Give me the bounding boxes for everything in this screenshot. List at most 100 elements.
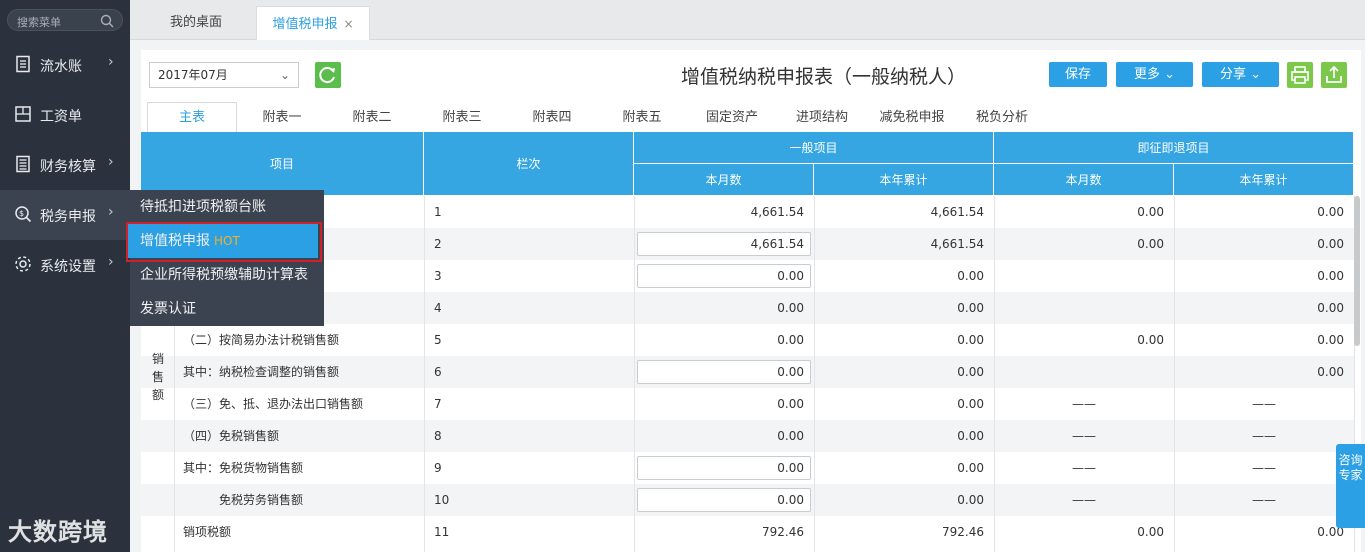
tab-schedule-3[interactable]: 附表三 xyxy=(417,104,507,132)
tab-label: 增值税申报 xyxy=(272,17,338,32)
more-label: 更多 xyxy=(1133,67,1160,82)
refresh-button[interactable] xyxy=(315,62,341,88)
search-input[interactable]: 搜索菜单 xyxy=(7,9,123,31)
print-button[interactable] xyxy=(1287,62,1313,88)
header-general: 一般项目 xyxy=(634,132,994,164)
sidebar-item-label: 税务申报 xyxy=(40,209,96,225)
export-button[interactable] xyxy=(1321,62,1347,88)
header-refund-year: 本年累计 xyxy=(1174,164,1354,196)
chevron-down-icon: ⌄ xyxy=(1164,67,1176,82)
header-refund-month: 本月数 xyxy=(994,164,1174,196)
sidebar-item-settings[interactable]: 系统设置 › xyxy=(0,240,130,290)
general-month-value: 0.00 xyxy=(777,429,804,443)
general-year-value: 4,661.54 xyxy=(930,205,984,219)
tab-fixed-assets[interactable]: 固定资产 xyxy=(687,104,777,132)
tab-schedule-1[interactable]: 附表一 xyxy=(237,104,327,132)
refund-year-value: 0.00 xyxy=(1317,365,1344,379)
row-label: （四）免税销售额 xyxy=(183,429,280,443)
row-line-number: 8 xyxy=(434,429,442,443)
more-button[interactable]: 更多 ⌄ xyxy=(1116,62,1193,87)
refund-year-value: 0.00 xyxy=(1317,269,1344,283)
general-month-value: 792.46 xyxy=(762,525,804,539)
refund-month-value: 0.00 xyxy=(1137,205,1164,219)
flyout-item-invoice-auth[interactable]: 发票认证 xyxy=(130,292,324,326)
refund-year-value: —— xyxy=(1252,397,1276,411)
tab-tax-burden[interactable]: 税负分析 xyxy=(957,104,1047,132)
sidebar-item-wage[interactable]: 工资单 xyxy=(0,90,130,140)
row-line-number: 7 xyxy=(434,397,442,411)
save-button[interactable]: 保存 xyxy=(1049,62,1107,87)
tab-tax-relief[interactable]: 减免税申报 xyxy=(867,104,957,132)
search-placeholder: 搜索菜单 xyxy=(17,16,61,29)
page-tabs-bar: 我的桌面 增值税申报 × xyxy=(130,0,1365,40)
row-label: （二）按简易办法计税销售额 xyxy=(183,333,340,347)
table-row: 其中：免税货物销售额 9 0.00 0.00 —— —— xyxy=(141,452,1354,484)
sidebar-item-label: 流水账 xyxy=(40,59,82,75)
tab-label: 我的桌面 xyxy=(169,15,222,30)
general-month-input[interactable]: 0.00 xyxy=(637,456,811,480)
header-general-year: 本年累计 xyxy=(814,164,994,196)
header-refund: 即征即退项目 xyxy=(994,132,1354,164)
table-row: 销项税额 11 792.46 792.46 0.00 0.00 xyxy=(141,516,1354,548)
sidebar-item-accounting[interactable]: 财务核算 › xyxy=(0,140,130,190)
general-month-value: 0.00 xyxy=(777,397,804,411)
general-month-input[interactable]: 0.00 xyxy=(637,488,811,512)
refund-month-value: 0.00 xyxy=(1137,237,1164,251)
refund-year-value: —— xyxy=(1252,429,1276,443)
tab-schedule-4[interactable]: 附表四 xyxy=(507,104,597,132)
general-month-input[interactable]: 0.00 xyxy=(637,360,811,384)
chevron-down-icon: ⌄ xyxy=(279,68,290,82)
row-line-number: 1 xyxy=(434,205,442,219)
sidebar-item-ledger[interactable]: 流水账 › xyxy=(0,40,130,90)
flyout-item-income-tax[interactable]: 企业所得税预缴辅助计算表 xyxy=(130,258,324,292)
tab-schedule-2[interactable]: 附表二 xyxy=(327,104,417,132)
share-label: 分享 xyxy=(1219,67,1246,82)
tax-icon: $ xyxy=(15,206,32,223)
row-label: 免税劳务销售额 xyxy=(219,493,304,507)
row-line-number: 10 xyxy=(434,493,450,507)
row-line-number: 9 xyxy=(434,461,442,475)
refund-year-value: 0.00 xyxy=(1317,205,1344,219)
general-year-value: 0.00 xyxy=(957,365,984,379)
general-month-input[interactable]: 0.00 xyxy=(637,264,811,288)
gear-icon xyxy=(15,256,31,272)
row-line-number: 2 xyxy=(434,237,442,251)
header-item: 项目 xyxy=(141,132,424,196)
general-year-value: 0.00 xyxy=(957,333,984,347)
tab-input-structure[interactable]: 进项结构 xyxy=(777,104,867,132)
svg-text:$: $ xyxy=(19,209,24,218)
refund-month-value: —— xyxy=(1072,461,1096,475)
close-icon[interactable]: × xyxy=(343,17,353,31)
refund-month-value: 0.00 xyxy=(1137,525,1164,539)
tab-vat-declaration[interactable]: 增值税申报 × xyxy=(256,6,370,40)
sidebar-item-label: 财务核算 xyxy=(40,159,96,175)
general-year-value: 0.00 xyxy=(957,461,984,475)
tab-desktop[interactable]: 我的桌面 xyxy=(140,6,252,40)
flyout-item-deduction-ledger[interactable]: 待抵扣进项税额台账 xyxy=(130,190,324,224)
share-button[interactable]: 分享 ⌄ xyxy=(1202,62,1279,87)
row-label: 销项税额 xyxy=(183,525,232,539)
watermark-logo: 大数跨境 xyxy=(8,518,108,546)
scrollbar[interactable] xyxy=(1354,196,1360,346)
sidebar-item-label: 工资单 xyxy=(40,109,82,125)
general-year-value: 4,661.54 xyxy=(930,237,984,251)
sidebar-item-tax[interactable]: $ 税务申报 › xyxy=(0,190,130,240)
table-row: （三）免、抵、退办法出口销售额 7 0.00 0.00 —— —— xyxy=(141,388,1354,420)
general-month-input[interactable]: 4,661.54 xyxy=(637,232,811,256)
consult-expert-button[interactable]: 咨询专家 xyxy=(1336,444,1365,528)
row-line-number: 3 xyxy=(434,269,442,283)
general-year-value: 0.00 xyxy=(957,493,984,507)
chevron-down-icon: ⌄ xyxy=(1250,67,1262,82)
month-select[interactable]: 2017年07月 ⌄ xyxy=(149,62,299,88)
row-label: （三）免、抵、退办法出口销售额 xyxy=(183,397,364,411)
main-panel: 2017年07月 ⌄ 增值税纳税申报表（一般纳税人） 保存 更多 ⌄ 分享 ⌄ … xyxy=(141,50,1361,552)
row-line-number: 4 xyxy=(434,301,442,315)
tab-schedule-5[interactable]: 附表五 xyxy=(597,104,687,132)
tab-main[interactable]: 主表 xyxy=(147,102,237,134)
side-category-label: 销售额 xyxy=(151,352,164,402)
general-year-value: 0.00 xyxy=(957,429,984,443)
general-year-value: 0.00 xyxy=(957,301,984,315)
refund-month-value xyxy=(994,356,1174,388)
refund-month-value: —— xyxy=(1072,429,1096,443)
export-icon xyxy=(1326,65,1342,83)
